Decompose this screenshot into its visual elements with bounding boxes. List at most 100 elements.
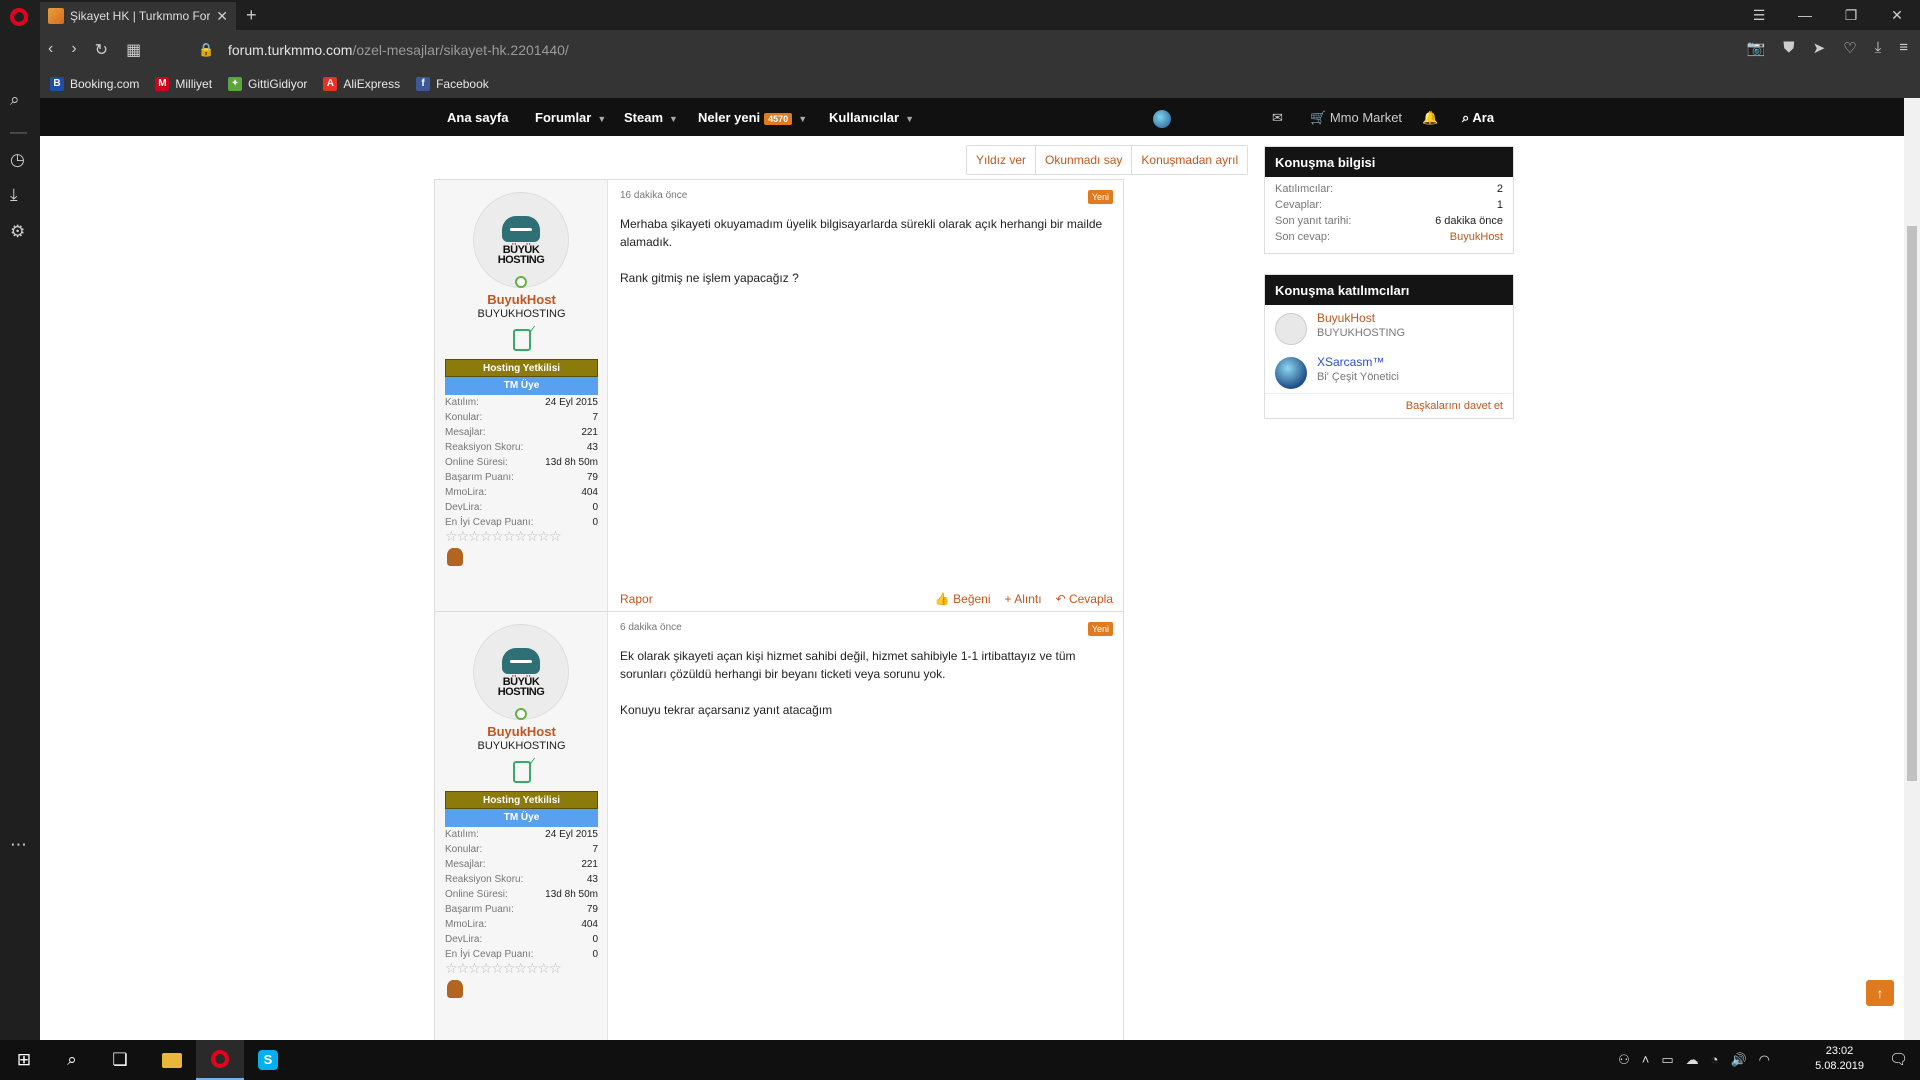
- network-icon[interactable]: ◔: [1711, 1052, 1719, 1068]
- bookmark-gittigidiyor[interactable]: ✦ GittiGidiyor: [228, 77, 307, 91]
- tray-chevron-up-icon[interactable]: ˄: [1642, 1052, 1650, 1068]
- leave-conversation-button[interactable]: Konuşmadan ayrıl: [1132, 146, 1248, 174]
- tab-menu-icon[interactable]: ☰: [1736, 0, 1782, 30]
- user-avatar[interactable]: BÜYÜK HOSTING: [473, 624, 569, 720]
- downloads-icon[interactable]: ⤓: [10, 185, 18, 205]
- user-stats: Katılım: 24 Eyl 2015 Konular: 7 Mesajlar: 221…: [445, 397, 598, 532]
- settings-icon[interactable]: ⚙: [10, 222, 25, 242]
- star-icon: ☆: [537, 528, 551, 544]
- logo-text: BÜYÜK HOSTING: [497, 676, 545, 698]
- tab-close-icon[interactable]: ✕: [216, 8, 228, 25]
- search-link[interactable]: ⌕ Ara: [1462, 110, 1494, 126]
- like-button[interactable]: 👍 Beğeni: [935, 592, 991, 606]
- scroll-to-top-button[interactable]: ↑: [1866, 980, 1894, 1006]
- opera-menu-icon[interactable]: [10, 8, 28, 26]
- account-avatar[interactable]: [1153, 110, 1171, 128]
- bookmark-facebook[interactable]: f Facebook: [416, 77, 489, 91]
- bookmark-booking[interactable]: B Booking.com: [50, 77, 139, 91]
- stat-key: Konular:: [445, 844, 483, 855]
- task-view-icon[interactable]: ❏: [96, 1040, 144, 1080]
- star-button[interactable]: Yıldız ver: [967, 146, 1037, 174]
- url-field[interactable]: forum.turkmmo.com/ozel-mesajlar/sikayet-…: [228, 42, 569, 58]
- logo-text: BÜYÜK HOSTING: [498, 244, 545, 265]
- quote-button[interactable]: + Alıntı: [1005, 592, 1042, 606]
- opera-taskbar-icon[interactable]: [196, 1040, 244, 1080]
- participant-name-link[interactable]: BuyukHost: [1317, 311, 1513, 325]
- browser-tab-active[interactable]: Şikayet HK | Turkmmo For ✕: [40, 2, 236, 30]
- user-title: BUYUKHOSTING: [477, 740, 566, 752]
- user-pane: BÜYÜKHOSTING BuyukHost BUYUKHOSTING Host…: [435, 612, 608, 1040]
- invite-others-link[interactable]: Başkalarını davet et: [1265, 393, 1513, 418]
- skype-taskbar-icon[interactable]: S: [244, 1040, 292, 1080]
- basket-icon: 🛒: [1310, 110, 1327, 125]
- file-explorer-icon[interactable]: [148, 1040, 196, 1080]
- reload-icon[interactable]: ↻: [95, 40, 108, 60]
- minimize-icon[interactable]: —: [1782, 0, 1828, 30]
- snapshot-icon[interactable]: 📷: [1747, 39, 1766, 57]
- nav-steam[interactable]: Steam ▼: [624, 110, 678, 125]
- mmo-market-link[interactable]: 🛒 Mmo Market: [1310, 110, 1402, 126]
- nav-forums[interactable]: Forumlar ▼: [535, 110, 606, 125]
- star-icon: ☆: [479, 960, 493, 976]
- action-center-icon[interactable]: 🗨: [1889, 1050, 1908, 1068]
- download-icon[interactable]: ⤓: [1875, 39, 1882, 57]
- report-link[interactable]: Rapor: [620, 592, 653, 606]
- post-line: Konuyu tekrar açarsanız yanıt atacağım: [620, 703, 833, 717]
- alerts-bell-icon[interactable]: 🔔: [1422, 110, 1438, 126]
- star-icon: ☆: [549, 960, 562, 976]
- bookmark-aliexpress[interactable]: A AliExpress: [323, 77, 400, 91]
- easy-setup-icon[interactable]: ≡: [1899, 39, 1908, 57]
- bookmark-milliyet[interactable]: M Milliyet: [155, 77, 212, 91]
- more-icon[interactable]: ⋯: [10, 835, 27, 855]
- avatar[interactable]: [1275, 313, 1307, 345]
- reply-button[interactable]: ↶ Cevapla: [1056, 592, 1113, 606]
- username-link[interactable]: BuyukHost: [435, 292, 608, 307]
- page-scrollbar[interactable]: [1904, 98, 1920, 1040]
- participant-name-link[interactable]: XSarcasm™: [1317, 355, 1513, 369]
- start-windows-icon[interactable]: ⊞: [0, 1040, 48, 1080]
- facebook-icon: f: [416, 77, 431, 91]
- onedrive-cloud-icon[interactable]: ☁: [1686, 1052, 1699, 1068]
- restore-icon[interactable]: ❐: [1828, 0, 1874, 30]
- participant-item: BuyukHost BUYUKHOSTING: [1265, 305, 1513, 349]
- stat-value: 0: [592, 502, 598, 513]
- search-icon[interactable]: ⌕: [48, 1040, 96, 1080]
- forward-icon[interactable]: ›: [71, 40, 76, 60]
- post-time[interactable]: 16 dakika önce: [620, 190, 1113, 201]
- like-label: Beğeni: [953, 592, 991, 606]
- inbox-icon[interactable]: ✉: [1272, 110, 1283, 126]
- new-tab-icon[interactable]: +: [246, 5, 257, 26]
- search-icon[interactable]: ⌕: [10, 90, 20, 110]
- last-reply-user-link[interactable]: BuyukHost: [1450, 231, 1503, 247]
- adblock-icon[interactable]: ⛊: [1783, 39, 1794, 57]
- lock-icon[interactable]: 🔒: [198, 42, 214, 58]
- people-icon[interactable]: ⚇: [1618, 1052, 1630, 1068]
- wifi-icon[interactable]: ◠: [1759, 1052, 1770, 1068]
- battery-icon[interactable]: ▭: [1661, 1052, 1673, 1068]
- nav-home[interactable]: Ana sayfa: [447, 110, 508, 125]
- post-time[interactable]: 6 dakika önce: [620, 622, 1113, 633]
- back-icon[interactable]: ‹: [48, 40, 53, 60]
- mark-unread-button[interactable]: Okunmadı say: [1036, 146, 1133, 174]
- stat-row: MmoLira: 404: [445, 487, 598, 502]
- heart-icon[interactable]: ♡: [1843, 39, 1856, 57]
- nav-whats-new[interactable]: Neler yeni 4570 ▼: [698, 110, 807, 125]
- user-avatar[interactable]: BÜYÜK HOSTING: [473, 192, 569, 288]
- speed-dial-icon[interactable]: ▦: [126, 40, 141, 60]
- avatar[interactable]: [1275, 357, 1307, 389]
- send-icon[interactable]: ➤: [1813, 39, 1826, 57]
- site-favicon-icon: [48, 8, 64, 24]
- nav-users[interactable]: Kullanıcılar ▼: [829, 110, 914, 125]
- username-link[interactable]: BuyukHost: [435, 724, 608, 739]
- close-window-icon[interactable]: ✕: [1874, 0, 1920, 30]
- post-content: 6 dakika önce Yeni Ek olarak şikayeti aç…: [620, 622, 1113, 737]
- star-icon: ☆: [502, 960, 516, 976]
- scrollbar-thumb[interactable]: [1907, 226, 1917, 781]
- plus-icon: +: [1004, 592, 1012, 606]
- volume-icon[interactable]: 🔊: [1730, 1052, 1746, 1068]
- stat-key: Online Süresi:: [445, 889, 508, 900]
- rating-stars: ☆☆☆☆☆☆☆☆☆☆: [445, 528, 598, 545]
- history-icon[interactable]: ◷: [10, 150, 25, 170]
- logo-line: HOSTING: [497, 685, 545, 698]
- taskbar-clock[interactable]: 23:02 5.08.2019: [1815, 1044, 1864, 1074]
